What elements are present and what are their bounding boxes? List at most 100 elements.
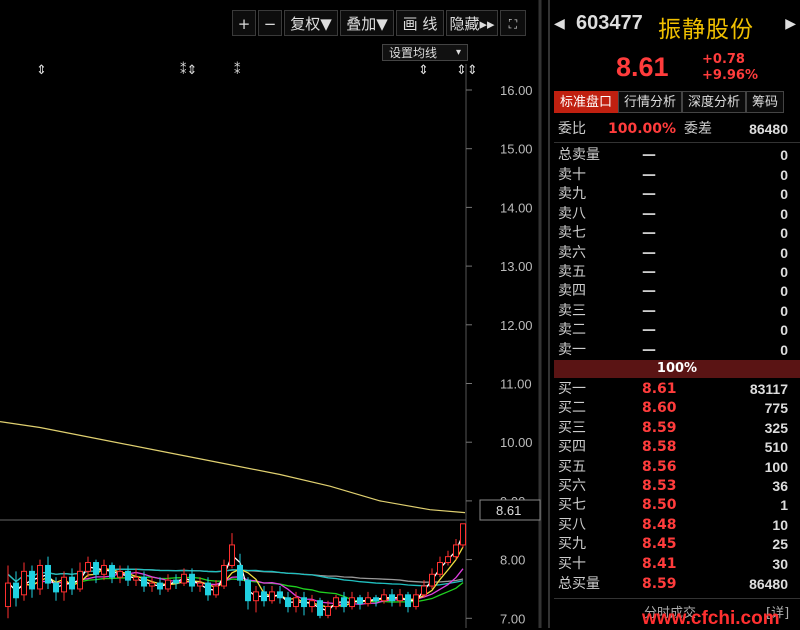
buy-row: 买五 8.56 100	[558, 458, 788, 477]
buy-row: 买二 8.60 775	[558, 399, 788, 418]
y-tick-label: 15.00	[500, 142, 533, 157]
buy-row: 买九 8.45 25	[558, 535, 788, 554]
order-volume: 775	[764, 400, 788, 417]
candle-body	[85, 562, 91, 572]
next-stock-icon[interactable]: ▶	[785, 16, 796, 32]
buy-row: 买七 8.50 1	[558, 496, 788, 515]
sell-row: 卖九 — 0	[558, 185, 788, 204]
candle-body	[317, 600, 323, 616]
buy-total-row: 总买量 8.59 86480	[558, 575, 788, 594]
sell-row: 卖五 — 0	[558, 263, 788, 282]
sell-row: 卖十 — 0	[558, 166, 788, 185]
candle-body	[213, 585, 219, 596]
candle-body	[333, 597, 339, 608]
tab-analysis[interactable]: 行情分析	[618, 91, 683, 113]
order-label: 总卖量	[558, 147, 600, 163]
order-label: 卖九	[558, 186, 586, 203]
order-price: —	[642, 225, 656, 242]
candle-body	[365, 597, 371, 605]
order-label: 卖六	[558, 244, 586, 261]
candle-body	[5, 582, 11, 608]
candle-body	[381, 594, 387, 602]
buy-row: 买一 8.61 83117	[558, 380, 788, 399]
order-price: —	[642, 302, 656, 319]
buy-row: 买三 8.59 325	[558, 419, 788, 438]
order-label: 卖二	[558, 322, 586, 339]
y-tick-label: 13.00	[500, 259, 533, 274]
order-price: 8.56	[642, 458, 677, 475]
order-label: 卖四	[558, 283, 586, 300]
candle-body	[21, 570, 27, 596]
sell-row: 卖四 — 0	[558, 282, 788, 301]
prev-stock-icon[interactable]: ◀	[554, 16, 565, 32]
candle-body	[437, 562, 443, 575]
sell-row: 卖一 — 0	[558, 341, 788, 360]
order-price: —	[642, 205, 656, 222]
sell-row: 卖七 — 0	[558, 224, 788, 243]
order-label: 买七	[558, 497, 586, 514]
candle-body	[189, 573, 195, 587]
order-price: 8.58	[642, 439, 677, 456]
order-price: —	[642, 264, 656, 280]
order-volume: 510	[764, 439, 788, 456]
tab-chips[interactable]: 筹码	[746, 91, 785, 113]
tab-standard[interactable]: 标准盘口	[554, 91, 619, 113]
candle-body	[157, 582, 163, 590]
order-label: 卖三	[558, 302, 586, 319]
candle-body	[13, 582, 19, 599]
candle-body	[405, 594, 411, 608]
order-label: 买九	[558, 536, 586, 553]
weibi-label: 委比	[558, 121, 586, 137]
y-tick-label: 12.00	[500, 318, 533, 333]
candle-body	[61, 576, 67, 593]
order-ratio-bar: 100%	[554, 360, 800, 378]
order-volume: 0	[780, 186, 788, 203]
stock-code: 603477	[576, 12, 643, 34]
sell-row: 卖三 — 0	[558, 302, 788, 321]
candle-body	[117, 570, 123, 578]
order-label: 买八	[558, 516, 586, 533]
y-tick-label: 7.00	[500, 611, 525, 626]
y-tick-label: 11.00	[500, 377, 532, 392]
y-tick-label: 10.00	[500, 435, 533, 450]
tab-depth[interactable]: 深度分析	[682, 91, 747, 113]
weibi-row: 委比 100.00% 委差 86480	[558, 120, 788, 139]
order-price: —	[642, 147, 656, 163]
candle-body	[373, 597, 379, 602]
sell-row: 卖二 — 0	[558, 321, 788, 340]
candle-body	[125, 570, 131, 581]
candle-body	[269, 591, 275, 602]
candle-body	[261, 591, 267, 602]
candle-body	[413, 594, 419, 608]
kline-chart-area[interactable]: + − 复权▼ 叠加▼ 画 线 隐藏▸▸ ⛶ 设置均线 ▾ 16.00 15.00…	[0, 0, 548, 628]
order-volume: 1	[780, 497, 788, 514]
weibi-value: 100.00%	[608, 121, 677, 137]
order-volume: 10	[772, 516, 788, 533]
candle-body	[397, 594, 403, 602]
order-volume: 0	[780, 244, 788, 261]
event-marker: ⇕⇕	[456, 63, 478, 78]
candle-body	[309, 600, 315, 608]
order-volume: 0	[780, 225, 788, 242]
order-price: 8.59	[642, 576, 677, 592]
order-label: 卖一	[558, 341, 586, 358]
change-percent: +9.96%	[702, 68, 758, 83]
order-price: 8.60	[642, 400, 677, 417]
order-label: 卖十	[558, 167, 586, 183]
price-change: +0.78 +9.96%	[702, 52, 758, 84]
y-tick-label: 16.00	[500, 83, 533, 98]
y-tick-label: 8.00	[500, 553, 525, 568]
order-price: 8.45	[642, 536, 677, 553]
order-volume: 325	[764, 419, 788, 436]
event-marker: ⁑⇕	[180, 62, 197, 78]
order-price: —	[642, 283, 656, 300]
candle-body	[253, 591, 259, 602]
candle-body	[357, 597, 363, 605]
buy-row: 买四 8.58 510	[558, 438, 788, 457]
order-price: —	[642, 341, 656, 358]
last-price: 8.61	[616, 52, 669, 82]
weicha-value: 86480	[749, 121, 788, 137]
order-volume: 0	[780, 264, 788, 280]
order-label: 卖七	[558, 225, 586, 242]
sell-row: 卖六 — 0	[558, 244, 788, 263]
